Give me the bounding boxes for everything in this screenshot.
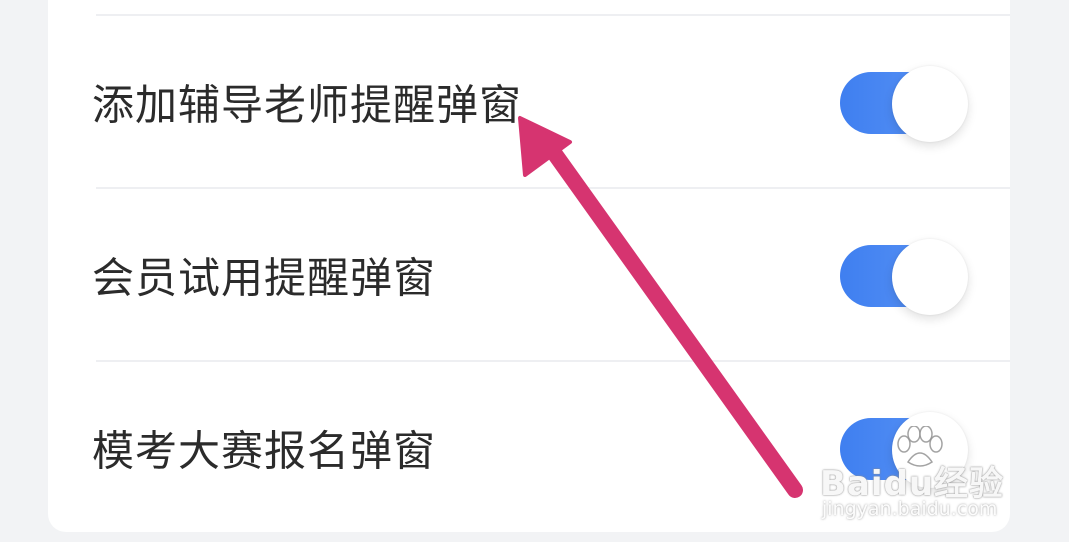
settings-row-label: 会员试用提醒弹窗 [92,253,437,303]
settings-row-mock-exam: 模考大赛报名弹窗 [48,362,1010,534]
toggle-knob [892,239,968,315]
mock-exam-toggle[interactable] [840,412,968,488]
settings-row-label: 添加辅导老师提醒弹窗 [92,80,523,130]
settings-card: 添加辅导老师提醒弹窗 会员试用提醒弹窗 模考大赛报名弹窗 [48,0,1010,532]
tutor-reminder-toggle[interactable] [840,66,968,142]
settings-row-label: 模考大赛报名弹窗 [92,426,437,476]
toggle-knob [892,412,968,488]
settings-row-member-trial: 会员试用提醒弹窗 [48,189,1010,361]
settings-row-tutor-reminder: 添加辅导老师提醒弹窗 [48,16,1010,188]
member-trial-toggle[interactable] [840,239,968,315]
toggle-knob [892,66,968,142]
